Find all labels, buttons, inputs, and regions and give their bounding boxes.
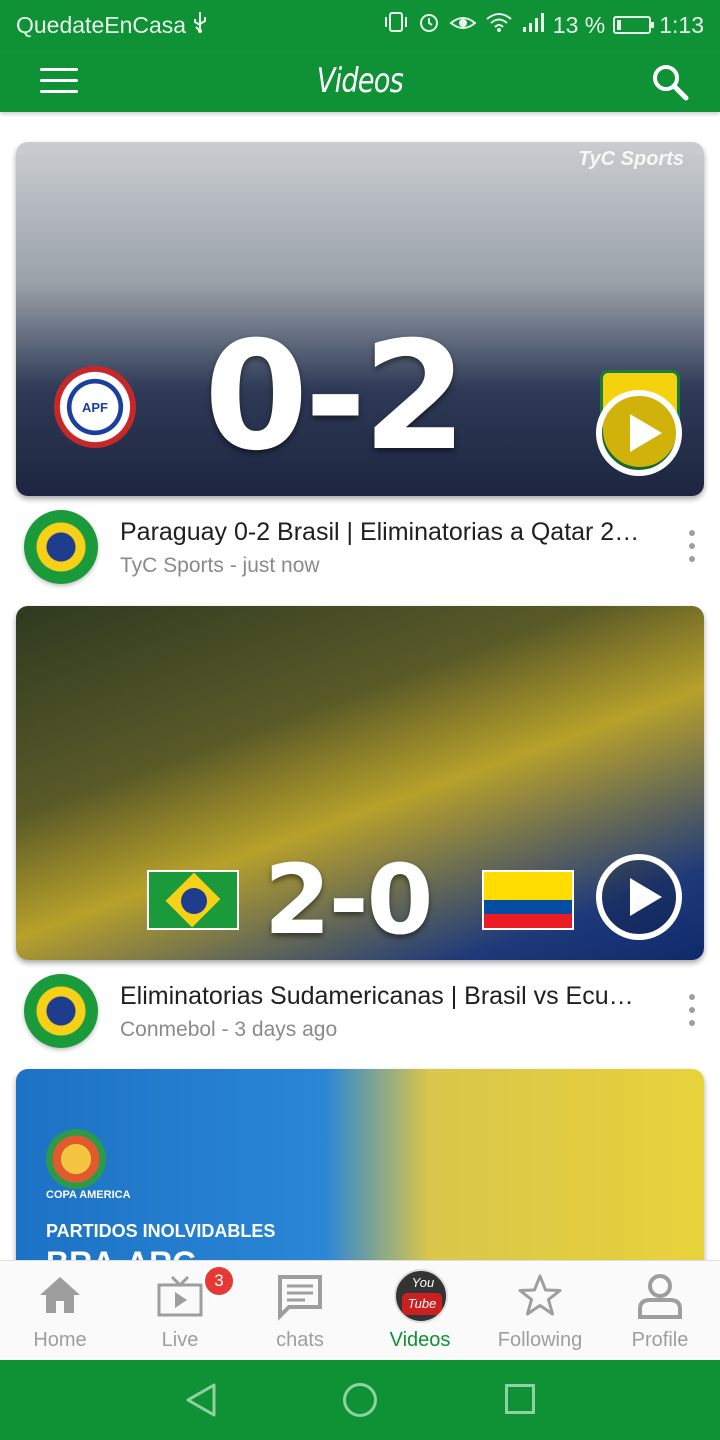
play-icon[interactable] <box>596 854 682 940</box>
app-bar: Videos <box>0 50 720 112</box>
thumbnail-watermark: TyC Sports <box>578 148 684 170</box>
star-icon <box>515 1271 565 1321</box>
carrier-label: QuedateEnCasa <box>16 11 187 38</box>
paraguay-crest-icon: APF <box>54 366 136 448</box>
more-options-icon[interactable] <box>686 530 698 562</box>
video-meta: Paraguay 0-2 Brasil | Eliminatorias a Qa… <box>0 506 720 586</box>
tv-icon <box>155 1271 205 1321</box>
chat-icon <box>275 1271 325 1321</box>
eye-icon <box>449 12 477 39</box>
nav-label: Home <box>33 1329 87 1351</box>
ecuador-flag-icon <box>482 870 574 930</box>
nav-label: chats <box>276 1329 324 1351</box>
hamburger-menu-icon[interactable] <box>40 68 78 94</box>
video-thumbnail[interactable]: 2-0 <box>16 606 704 960</box>
nav-home[interactable]: Home <box>0 1261 120 1361</box>
nav-profile[interactable]: Profile <box>600 1261 720 1361</box>
video-title[interactable]: Eliminatorias Sudamericanas | Brasil vs … <box>120 982 640 1011</box>
thumbnail-headline: BRA-ARG <box>46 1245 197 1260</box>
more-options-icon[interactable] <box>686 994 698 1026</box>
profile-icon <box>635 1271 685 1321</box>
usb-icon <box>192 11 208 39</box>
page-title: Videos <box>316 61 404 101</box>
clock: 1:13 <box>659 11 704 38</box>
battery-icon <box>613 16 655 34</box>
nav-label: Following <box>497 1329 583 1351</box>
nav-live[interactable]: 3 Live <box>120 1261 240 1361</box>
screen: QuedateEnCasa 13 % 1:13 Videos TyC Sport… <box>0 0 720 1440</box>
battery-percent: 13 % <box>552 11 606 38</box>
live-badge: 3 <box>202 1264 236 1298</box>
nav-label: Live <box>161 1329 199 1351</box>
system-navigation-bar <box>0 1360 720 1440</box>
video-thumbnail[interactable]: TyC Sports APF 0-2 <box>16 142 704 496</box>
video-subtitle: TyC Sports - just now <box>120 554 320 577</box>
search-icon[interactable] <box>650 62 690 102</box>
nav-following[interactable]: Following <box>480 1261 600 1361</box>
recents-icon[interactable] <box>505 1384 535 1414</box>
back-icon[interactable] <box>184 1382 218 1418</box>
video-thumbnail[interactable]: COPA AMERICA PARTIDOS INOLVIDABLES BRA-A… <box>16 1069 704 1260</box>
home-circle-icon[interactable] <box>343 1383 377 1417</box>
thumbnail-score: 2-0 <box>264 844 433 956</box>
signal-icon <box>521 11 545 39</box>
thumbnail-caption: PARTIDOS INOLVIDABLES <box>46 1221 276 1241</box>
home-icon <box>35 1271 85 1321</box>
brazil-flag-icon <box>147 870 239 930</box>
video-meta: Eliminatorias Sudamericanas | Brasil vs … <box>0 970 720 1050</box>
video-feed[interactable]: TyC Sports APF 0-2 Paraguay 0-2 Brasil |… <box>0 112 720 1260</box>
play-icon[interactable] <box>596 390 682 476</box>
nav-chats[interactable]: chats <box>240 1261 360 1361</box>
wifi-icon <box>485 11 513 39</box>
copa-america-logo-icon <box>46 1129 106 1189</box>
vibrate-icon <box>383 11 409 39</box>
bottom-navigation: Home 3 Live chats You Tube Videos Follow… <box>0 1260 720 1360</box>
video-subtitle: Conmebol - 3 days ago <box>120 1018 338 1041</box>
video-title[interactable]: Paraguay 0-2 Brasil | Eliminatorias a Qa… <box>120 518 640 547</box>
channel-avatar[interactable] <box>24 510 98 584</box>
thumbnail-score: 0-2 <box>204 310 467 484</box>
channel-avatar[interactable] <box>24 974 98 1048</box>
nav-label: Profile <box>631 1329 689 1351</box>
nav-videos[interactable]: You Tube Videos <box>360 1261 480 1361</box>
youtube-icon: You Tube <box>394 1269 448 1323</box>
status-bar: QuedateEnCasa 13 % 1:13 <box>0 0 720 50</box>
nav-label: Videos <box>389 1329 451 1351</box>
thumbnail-brand: COPA AMERICA <box>46 1189 131 1201</box>
alarm-icon <box>417 10 441 40</box>
